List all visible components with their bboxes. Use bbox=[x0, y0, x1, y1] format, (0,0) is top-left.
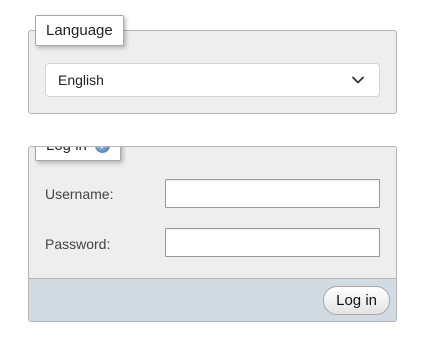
password-label: Password: bbox=[45, 236, 111, 252]
username-input[interactable] bbox=[165, 179, 380, 208]
language-legend: Language bbox=[35, 15, 124, 46]
help-icon[interactable]: ? bbox=[94, 147, 110, 153]
login-legend: Log in ? bbox=[35, 147, 121, 161]
language-legend-label: Language bbox=[46, 22, 113, 39]
chevron-down-icon bbox=[352, 76, 364, 84]
login-button[interactable]: Log in bbox=[323, 286, 390, 315]
language-select[interactable]: English bbox=[45, 63, 380, 97]
login-footer: Log in bbox=[29, 278, 396, 321]
help-icon-glyph: ? bbox=[99, 147, 105, 151]
login-panel: Log in ? Username: Password: Log in bbox=[28, 146, 397, 322]
login-legend-label: Log in bbox=[46, 147, 87, 160]
username-label: Username: bbox=[45, 186, 114, 202]
language-panel: Language English bbox=[28, 15, 397, 114]
password-input[interactable] bbox=[165, 228, 380, 257]
language-select-value: English bbox=[58, 72, 104, 88]
